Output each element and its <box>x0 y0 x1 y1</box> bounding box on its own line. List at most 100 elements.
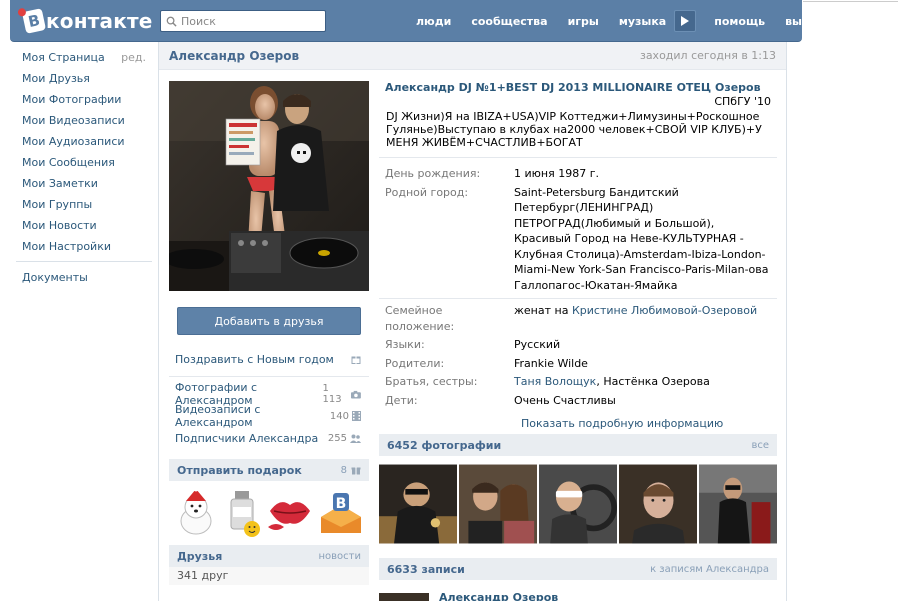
all-photos-link[interactable]: все <box>751 440 769 451</box>
gift-count: 8 <box>340 464 347 476</box>
profile-avatar[interactable] <box>169 81 369 291</box>
menu-my-messages[interactable]: Мои Сообщения <box>10 152 152 173</box>
people-icon <box>350 434 361 443</box>
nav-communities[interactable]: сообщества <box>461 15 557 28</box>
gift-section-header[interactable]: Отправить подарок 8 <box>169 459 369 481</box>
hometown-link[interactable]: Saint-Petersburg Бандитский Петербург(ЛЕ… <box>514 185 769 294</box>
followers-label: Подписчики Александра <box>175 431 319 445</box>
menu-my-friends[interactable]: Мои Друзья <box>10 68 152 89</box>
nav-people[interactable]: люди <box>406 15 461 28</box>
family-prefix: женат на <box>514 304 569 317</box>
profile-right-column: Александр DJ №1+BEST DJ 2013 MILLIONAIRE… <box>379 81 777 601</box>
menu-label: Мои Настройки <box>22 240 111 253</box>
menu-label: Мои Заметки <box>22 177 98 190</box>
menu-my-notes[interactable]: Мои Заметки <box>10 173 152 194</box>
gift-lips-icon[interactable] <box>266 487 314 539</box>
photo-thumb[interactable] <box>539 462 617 546</box>
info-separator <box>379 298 777 299</box>
photos-section-header[interactable]: 6452 фотографии все <box>379 434 777 456</box>
photos-with-count: 1 113 <box>322 383 342 405</box>
menu-my-page[interactable]: Моя Страница ред. <box>10 47 152 68</box>
profile-title-bar: Александр Озеров заходил сегодня в 1:13 <box>159 42 786 70</box>
gift-dog-icon[interactable] <box>173 487 219 539</box>
top-header: В контакте люди сообщества игры музыка п… <box>10 0 824 42</box>
menu-my-groups[interactable]: Мои Группы <box>10 194 152 215</box>
add-friend-button[interactable]: Добавить в друзья <box>177 307 361 335</box>
info-parents: Родители: Frankie Wilde <box>379 356 777 372</box>
vk-logo[interactable]: В контакте <box>21 6 153 36</box>
wall-section-title: 6633 записи <box>387 562 465 576</box>
menu-divider <box>16 261 152 262</box>
menu-label: Мои Новости <box>22 219 97 232</box>
photos-with-link[interactable]: Фотографии с Александром 1 113 <box>169 381 369 407</box>
wall-link[interactable]: к записям Александра <box>650 564 769 575</box>
birthday-link[interactable]: 1 июня 1987 г. <box>514 166 769 182</box>
info-label: Языки: <box>385 338 425 351</box>
show-more-link[interactable]: Показать подробную информацию <box>379 417 777 430</box>
menu-my-photos[interactable]: Мои Фотографии <box>10 89 152 110</box>
congrats-label: Поздравить с Новым годом <box>175 352 334 366</box>
spouse-link[interactable]: Кристине Любимовой-Озеровой <box>572 304 757 317</box>
videos-with-label: Видеозаписи с Александром <box>175 403 261 429</box>
film-icon <box>352 411 361 421</box>
gift-bottle-icon[interactable] <box>222 487 262 539</box>
language-link[interactable]: Русский <box>514 337 769 353</box>
search-input[interactable] <box>181 14 321 28</box>
menu-my-videos[interactable]: Мои Видеозаписи <box>10 110 152 131</box>
sibling-name: Настёнка Озерова <box>603 375 710 388</box>
nav-help[interactable]: помощь <box>704 15 775 28</box>
menu-label: Мои Сообщения <box>22 156 115 169</box>
congrats-link[interactable]: Поздравить с Новым годом <box>169 348 369 370</box>
profile-status: DJ Жизни)Я на IBIZA+USA)VIP Коттеджи+Лим… <box>386 110 762 149</box>
photo-thumb[interactable] <box>699 462 777 546</box>
followers-link[interactable]: Подписчики Александра 255 <box>169 427 369 449</box>
friends-news-link[interactable]: новости <box>319 551 362 562</box>
logo-b-icon: В <box>21 8 47 34</box>
nav-music[interactable]: музыка <box>609 15 676 28</box>
search-box[interactable] <box>160 10 326 32</box>
followers-count: 255 <box>327 432 347 444</box>
sibling-link[interactable]: Таня Волощук <box>514 375 596 388</box>
menu-documents[interactable]: Документы <box>10 267 152 288</box>
videos-with-link[interactable]: Видеозаписи с Александром 140 <box>169 403 369 429</box>
menu-label: Мои Друзья <box>22 72 90 85</box>
menu-my-news[interactable]: Мои Новости <box>10 215 152 236</box>
nav-games[interactable]: игры <box>558 15 609 28</box>
wall-post: Александр Озеров <box>379 593 777 601</box>
gift-icon <box>351 467 361 475</box>
info-label: Родители: <box>385 356 445 370</box>
wall-section-header[interactable]: 6633 записи к записям Александра <box>379 558 777 580</box>
friends-count: 341 друг <box>169 567 369 585</box>
menu-my-settings[interactable]: Мои Настройки <box>10 236 152 257</box>
parents-value: Frankie Wilde <box>514 356 588 370</box>
photo-thumb[interactable] <box>619 462 697 546</box>
play-button[interactable] <box>674 10 697 32</box>
info-birthday: День рождения: 1 июня 1987 г. <box>379 166 777 182</box>
photo-thumb[interactable] <box>459 462 537 546</box>
profile-university[interactable]: СПбГУ '10 <box>379 95 777 108</box>
wall-author-avatar[interactable] <box>379 593 429 601</box>
menu-my-audio[interactable]: Мои Аудиозаписи <box>10 131 152 152</box>
info-separator <box>379 157 777 158</box>
menu-label: Документы <box>22 271 88 284</box>
gift-section-title: Отправить подарок <box>177 463 302 477</box>
info-siblings: Братья, сестры: Таня Волощук, Настёнка О… <box>379 374 777 390</box>
profile-main: Александр Озеров заходил сегодня в 1:13 <box>158 42 787 601</box>
videos-with-count: 140 <box>329 410 349 422</box>
svg-text:B: B <box>336 496 347 512</box>
gift-icon <box>351 356 361 364</box>
photo-thumb[interactable] <box>379 462 457 546</box>
friends-section-header[interactable]: Друзья новости <box>169 545 369 567</box>
children-value: Очень Счастливы <box>514 393 616 407</box>
last-seen: заходил сегодня в 1:13 <box>639 49 776 62</box>
wall-author-name[interactable]: Александр Озеров <box>439 593 558 601</box>
menu-label: Мои Аудиозаписи <box>22 135 125 148</box>
menu-label: Мои Видеозаписи <box>22 114 125 127</box>
gift-cake-icon[interactable]: B <box>317 487 365 539</box>
photos-section-title: 6452 фотографии <box>387 438 502 452</box>
edit-link[interactable]: ред. <box>121 47 152 68</box>
play-icon <box>681 16 690 26</box>
logo-text: контакте <box>46 9 153 33</box>
left-separator <box>169 376 369 377</box>
nav-logout[interactable]: выйти <box>775 15 834 28</box>
